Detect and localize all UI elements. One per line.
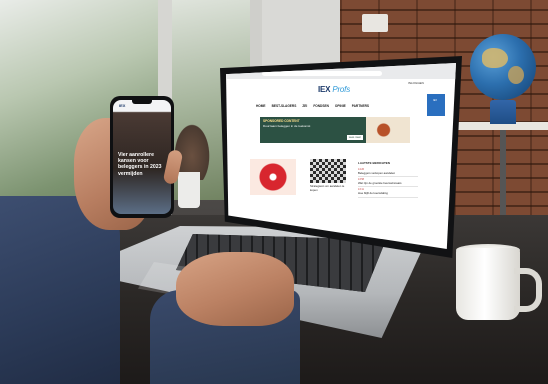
mug-handle	[514, 268, 542, 312]
award-badge	[426, 93, 446, 117]
banner-tag: SPONSORED CONTENT	[263, 119, 300, 123]
nav-item: PARTNERS	[351, 104, 370, 108]
plant-pot	[178, 172, 200, 208]
article-caption: Strategieën om aandelen te kopen	[310, 184, 345, 192]
list-item: 13:11 Hoe blijft de koersdaling	[358, 187, 418, 198]
site-logo: IEX Profs	[318, 85, 350, 94]
globe-continent	[508, 66, 524, 84]
globe-stand	[490, 100, 516, 124]
sponsored-banner: SPONSORED CONTENT Duurzaam beleggen in d…	[260, 117, 366, 143]
list-item-text: Hoe blijft de koersdaling	[358, 190, 388, 195]
banner-text: Duurzaam beleggen in de toekomst	[263, 124, 311, 128]
list-item-text: Wat zijn de grootste beurswinnaars	[358, 180, 402, 185]
article-image-chess	[310, 159, 346, 183]
light-switch	[362, 14, 388, 32]
photo-scene: IEX Profs INLOGGEN HOME BEST-SLAGERS ZEI…	[0, 0, 548, 384]
login-link: INLOGGEN	[408, 81, 424, 85]
globe	[470, 34, 536, 100]
coffee-mug	[456, 248, 520, 320]
list-item: 14:26 Beleggers verkopen aandelen	[358, 167, 418, 178]
right-hand	[176, 252, 294, 326]
sidebar-news-list: 14:26 Beleggers verkopen aandelen 13:58 …	[358, 167, 418, 198]
address-bar	[262, 71, 382, 76]
nav-item: ZEI	[302, 104, 308, 108]
phone-site-logo: IEX	[119, 103, 126, 108]
award-badge-text: IEX	[433, 99, 437, 102]
phone-notch	[132, 100, 152, 104]
site-logo-main: IEX	[318, 85, 331, 94]
list-item-text: Beleggers verkopen aandelen	[358, 170, 396, 175]
side-table-leg	[500, 130, 506, 220]
nav-item: OPINIE	[334, 104, 346, 108]
phone-screen: IEX Vier aanrollere kansen voor belegger…	[113, 100, 171, 214]
site-nav: HOME BEST-SLAGERS ZEI FONDSEN OPINIE PAR…	[256, 104, 369, 108]
banner-button: Lees meer	[346, 135, 363, 140]
banner-image	[366, 117, 410, 143]
nav-item: BEST-SLAGERS	[271, 104, 297, 108]
site-logo-accent: Profs	[332, 85, 351, 94]
nav-item: HOME	[256, 104, 266, 108]
article-image-rabbit	[250, 159, 296, 195]
globe-continent	[482, 48, 508, 68]
phone-headline: Vier aanrollere kansen voor beleggers in…	[118, 152, 162, 177]
list-item: 13:58 Wat zijn de grootste beurswinnaars	[358, 177, 418, 188]
sidebar-title: LAATSTE BERICHTEN	[358, 161, 390, 165]
nav-item: FONDSEN	[313, 104, 329, 108]
